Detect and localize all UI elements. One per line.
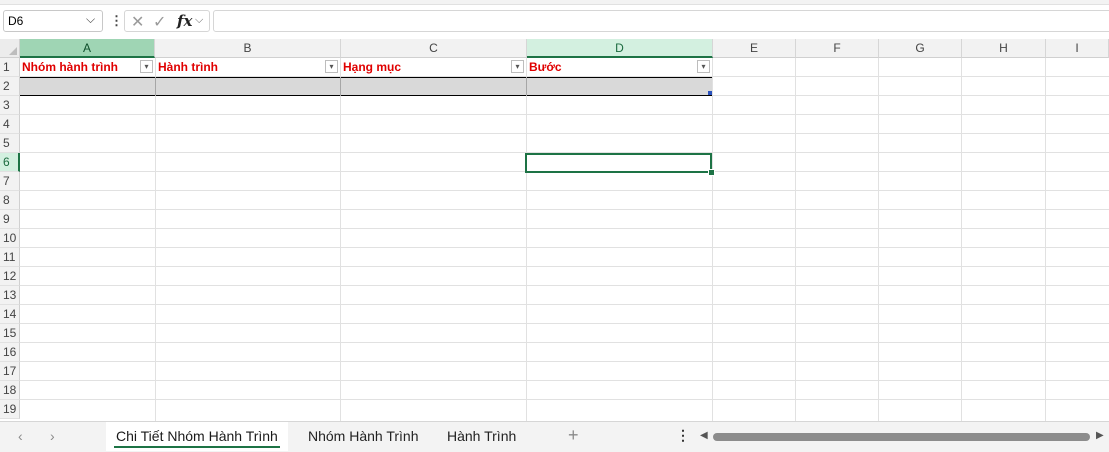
row-header-1[interactable]: 1 [0,58,20,77]
chevron-left-icon[interactable]: ‹ [18,428,23,444]
name-box-value: D6 [8,14,24,28]
gridline [20,399,1109,400]
table-header-cell[interactable]: Hạng mục [341,58,509,76]
gridline [20,361,1109,362]
row-header-19[interactable]: 19 [0,400,20,419]
gridline [526,58,527,421]
gridline [20,266,1109,267]
scroll-right-icon[interactable]: ▶ [1096,430,1104,441]
selected-cell[interactable] [525,153,712,173]
cancel-icon[interactable]: ✕ [131,12,144,32]
column-header-e[interactable]: E [713,39,796,58]
gridline [20,323,1109,324]
gridline [155,58,156,421]
gridline [340,58,341,421]
gridline [795,58,796,421]
row-header-5[interactable]: 5 [0,134,20,153]
select-all-icon [9,47,17,55]
tab-label: Hành Trình [447,428,517,444]
row-header-11[interactable]: 11 [0,248,20,267]
filter-dropdown-icon[interactable]: ▾ [511,60,524,73]
gridline [20,285,1109,286]
table-header-cell[interactable]: Nhóm hành trình [20,58,140,76]
formula-bar: D6 ⌵ ⋮ ✕ ✓ fx ⌵ [0,5,1109,35]
scroll-left-icon[interactable]: ◀ [700,430,708,441]
gridline [20,247,1109,248]
add-sheet-icon[interactable]: + [568,425,579,446]
chevron-down-icon[interactable]: ⌵ [195,14,203,27]
sheet-tab-bar: ‹ › Chi Tiết Nhóm Hành Trình Nhóm Hành T… [0,421,1109,452]
column-header-g[interactable]: G [879,39,962,58]
table-cell-divider [155,77,156,96]
column-header-h[interactable]: H [962,39,1046,58]
fill-handle[interactable] [708,169,715,176]
gridline [20,114,1109,115]
row-header-13[interactable]: 13 [0,286,20,305]
gridline [20,190,1109,191]
active-tab-indicator [114,446,280,448]
gridline [20,228,1109,229]
row-header-8[interactable]: 8 [0,191,20,210]
table-header-cell[interactable]: Bước [527,58,695,76]
table-resize-handle[interactable] [708,91,712,95]
gridline [20,380,1109,381]
column-header-d[interactable]: D [527,39,713,58]
table-cell-divider [526,77,527,96]
enter-check-icon[interactable]: ✓ [153,12,166,32]
row-header-7[interactable]: 7 [0,172,20,191]
chevron-down-icon[interactable]: ⌵ [86,12,95,27]
row-header-3[interactable]: 3 [0,96,20,115]
gridline [712,58,713,421]
insert-function-icon[interactable]: fx [177,12,192,30]
gridline [20,209,1109,210]
table-row[interactable] [20,77,712,96]
filter-dropdown-icon[interactable]: ▾ [140,60,153,73]
tab-hanh-trinh[interactable]: Hành Trình [440,422,530,451]
row-header-4[interactable]: 4 [0,115,20,134]
formula-input[interactable] [213,10,1109,32]
select-all-button[interactable] [0,39,20,58]
row-header-14[interactable]: 14 [0,305,20,324]
tab-label: Nhóm Hành Trình [308,428,419,444]
row-header-10[interactable]: 10 [0,229,20,248]
column-header-c[interactable]: C [341,39,527,58]
column-header-b[interactable]: B [155,39,341,58]
horizontal-scrollbar[interactable] [713,433,1090,441]
row-header-9[interactable]: 9 [0,210,20,229]
table-cell-divider [340,77,341,96]
row-header-6[interactable]: 6 [0,153,20,172]
more-options-icon[interactable]: ⋮ [110,13,123,29]
row-header-17[interactable]: 17 [0,362,20,381]
more-options-icon[interactable]: ⋮ [676,427,690,444]
column-header-i[interactable]: I [1046,39,1109,58]
row-header-18[interactable]: 18 [0,381,20,400]
tab-nhom-hanh-trinh[interactable]: Nhóm Hành Trình [300,422,430,451]
gridline [20,304,1109,305]
column-header-f[interactable]: F [796,39,879,58]
row-header-15[interactable]: 15 [0,324,20,343]
row-header-2[interactable]: 2 [0,77,20,96]
row-header-16[interactable]: 16 [0,343,20,362]
filter-dropdown-icon[interactable]: ▾ [325,60,338,73]
filter-dropdown-icon[interactable]: ▾ [697,60,710,73]
gridline [1045,58,1046,421]
gridline [961,58,962,421]
formula-buttons: ✕ ✓ fx ⌵ [124,10,210,32]
column-header-a[interactable]: A [20,39,155,58]
tab-chi-tiet-nhom-hanh-trinh[interactable]: Chi Tiết Nhóm Hành Trình [106,422,288,451]
gridline [20,342,1109,343]
cell-area[interactable]: Nhóm hành trình ▾ Hành trình ▾ Hạng mục … [20,58,1109,421]
gridline [878,58,879,421]
row-header-12[interactable]: 12 [0,267,20,286]
chevron-right-icon[interactable]: › [50,428,55,444]
gridline [20,133,1109,134]
table-header-cell[interactable]: Hành trình [156,58,324,76]
